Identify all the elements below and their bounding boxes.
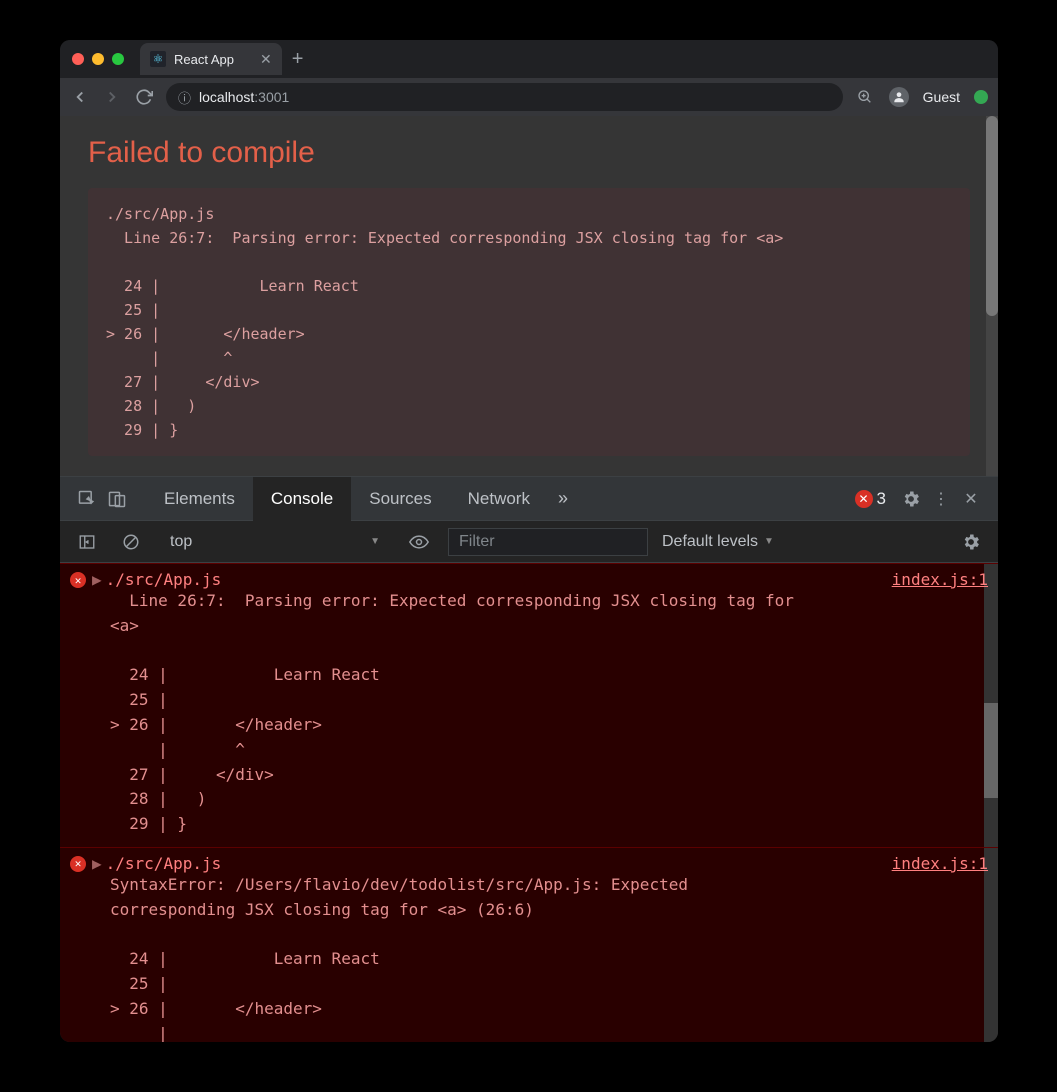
profile-avatar-icon[interactable] <box>889 87 909 107</box>
close-tab-icon[interactable]: ✕ <box>260 51 272 68</box>
error-badge-icon: ✕ <box>855 490 873 508</box>
url-host: localhost <box>199 89 254 105</box>
tab-title: React App <box>174 52 234 67</box>
devtools-menu-icon[interactable]: ⋮ <box>926 484 956 514</box>
error-count-badge[interactable]: ✕ 3 <box>855 489 886 509</box>
zoom-window-button[interactable] <box>112 53 124 65</box>
expand-icon[interactable]: ▶ <box>92 570 102 589</box>
page-viewport: Failed to compile ./src/App.js Line 26:7… <box>60 116 998 476</box>
console-sidebar-toggle-icon[interactable] <box>72 527 102 557</box>
console-error-entry: ✕ ▶ ./src/App.js index.js:1 SyntaxError:… <box>60 847 998 1042</box>
extension-indicator-icon[interactable] <box>974 90 988 104</box>
console-output[interactable]: ✕ ▶ ./src/App.js index.js:1 Line 26:7: P… <box>60 563 998 1042</box>
devtools-settings-icon[interactable] <box>896 484 926 514</box>
page-scrollbar[interactable] <box>986 116 998 476</box>
device-toolbar-icon[interactable] <box>102 484 132 514</box>
more-tabs-icon[interactable]: » <box>548 488 578 509</box>
console-filter-input[interactable]: Filter <box>448 528 648 556</box>
console-settings-icon[interactable] <box>956 527 986 557</box>
tab-network[interactable]: Network <box>450 477 548 521</box>
log-levels-select[interactable]: Default levels ▼ <box>662 533 774 551</box>
devtools-close-icon[interactable]: ✕ <box>956 484 986 514</box>
browser-window: ⚛ React App ✕ + ⓘ localhost:3001 Guest <box>60 40 998 1042</box>
devtools-panel: Elements Console Sources Network » ✕ 3 ⋮… <box>60 476 998 1042</box>
live-expression-icon[interactable] <box>404 527 434 557</box>
back-button[interactable] <box>70 88 90 106</box>
chevron-down-icon: ▼ <box>764 536 774 547</box>
compile-error-box: ./src/App.js Line 26:7: Parsing error: E… <box>88 188 970 456</box>
url-input[interactable]: ⓘ localhost:3001 <box>166 83 843 111</box>
tab-console[interactable]: Console <box>253 477 351 521</box>
browser-tab[interactable]: ⚛ React App ✕ <box>140 43 282 75</box>
execution-context-select[interactable]: top ▼ <box>160 533 390 551</box>
reload-button[interactable] <box>134 88 154 106</box>
inspect-element-icon[interactable] <box>72 484 102 514</box>
address-toolbar: ⓘ localhost:3001 Guest <box>60 78 998 116</box>
clear-console-icon[interactable] <box>116 527 146 557</box>
chevron-down-icon: ▼ <box>370 536 380 547</box>
error-location-link[interactable]: index.js:1 <box>892 570 988 589</box>
profile-name[interactable]: Guest <box>923 89 960 105</box>
expand-icon[interactable]: ▶ <box>92 854 102 873</box>
zoom-icon[interactable] <box>855 89 875 105</box>
error-source: ./src/App.js <box>106 854 892 873</box>
traffic-lights <box>72 53 124 65</box>
tab-sources[interactable]: Sources <box>351 477 449 521</box>
console-toolbar: top ▼ Filter Default levels ▼ <box>60 521 998 563</box>
tab-elements[interactable]: Elements <box>146 477 253 521</box>
console-error-entry: ✕ ▶ ./src/App.js index.js:1 Line 26:7: P… <box>60 563 998 847</box>
error-icon: ✕ <box>70 856 86 872</box>
site-info-icon[interactable]: ⓘ <box>178 88 191 107</box>
react-favicon-icon: ⚛ <box>150 51 166 67</box>
error-icon: ✕ <box>70 572 86 588</box>
url-port: :3001 <box>254 89 289 105</box>
page-title: Failed to compile <box>88 136 970 170</box>
minimize-window-button[interactable] <box>92 53 104 65</box>
error-body: Line 26:7: Parsing error: Expected corre… <box>70 589 988 837</box>
error-source: ./src/App.js <box>106 570 892 589</box>
devtools-tabbar: Elements Console Sources Network » ✕ 3 ⋮… <box>60 477 998 521</box>
forward-button[interactable] <box>102 88 122 106</box>
new-tab-button[interactable]: + <box>292 48 304 71</box>
error-location-link[interactable]: index.js:1 <box>892 854 988 873</box>
close-window-button[interactable] <box>72 53 84 65</box>
window-titlebar: ⚛ React App ✕ + <box>60 40 998 78</box>
error-body: SyntaxError: /Users/flavio/dev/todolist/… <box>70 873 988 1042</box>
